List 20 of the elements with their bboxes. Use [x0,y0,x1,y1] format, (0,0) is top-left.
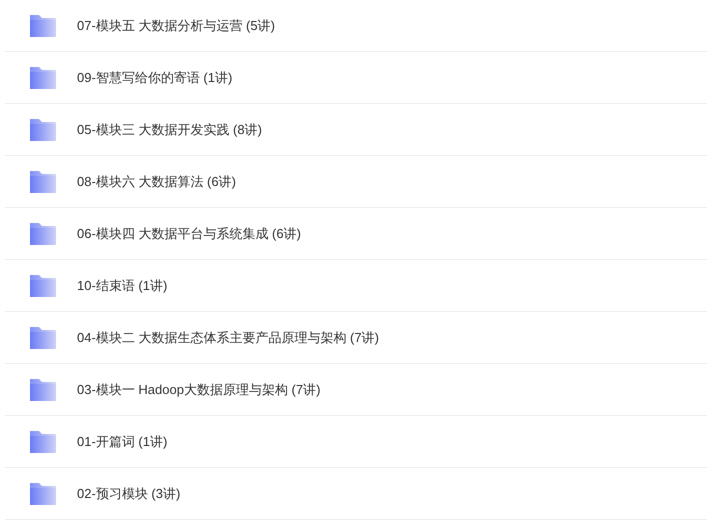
folder-name[interactable]: 09-智慧写给你的寄语 (1讲) [77,68,232,88]
folder-name[interactable]: 08-模块六 大数据算法 (6讲) [77,172,236,192]
folder-icon [29,430,57,454]
folder-name[interactable]: 05-模块三 大数据开发实践 (8讲) [77,120,262,140]
folder-name[interactable]: 02-预习模块 (3讲) [77,484,180,504]
folder-name[interactable]: 03-模块一 Hadoop大数据原理与架构 (7讲) [77,380,320,400]
folder-icon [29,118,57,142]
folder-icon [29,14,57,38]
folder-name[interactable]: 01-开篇词 (1讲) [77,432,168,452]
folder-name[interactable]: 04-模块二 大数据生态体系主要产品原理与架构 (7讲) [77,328,379,348]
folder-name[interactable]: 06-模块四 大数据平台与系统集成 (6讲) [77,224,301,244]
folder-name[interactable]: 10-结束语 (1讲) [77,276,168,296]
folder-icon [29,482,57,506]
folder-icon [29,222,57,246]
folder-icon [29,326,57,350]
folder-icon [29,170,57,194]
folder-icon [29,66,57,90]
folder-name[interactable]: 07-模块五 大数据分析与运营 (5讲) [77,16,275,36]
folder-icon [29,378,57,402]
folder-icon [29,274,57,298]
